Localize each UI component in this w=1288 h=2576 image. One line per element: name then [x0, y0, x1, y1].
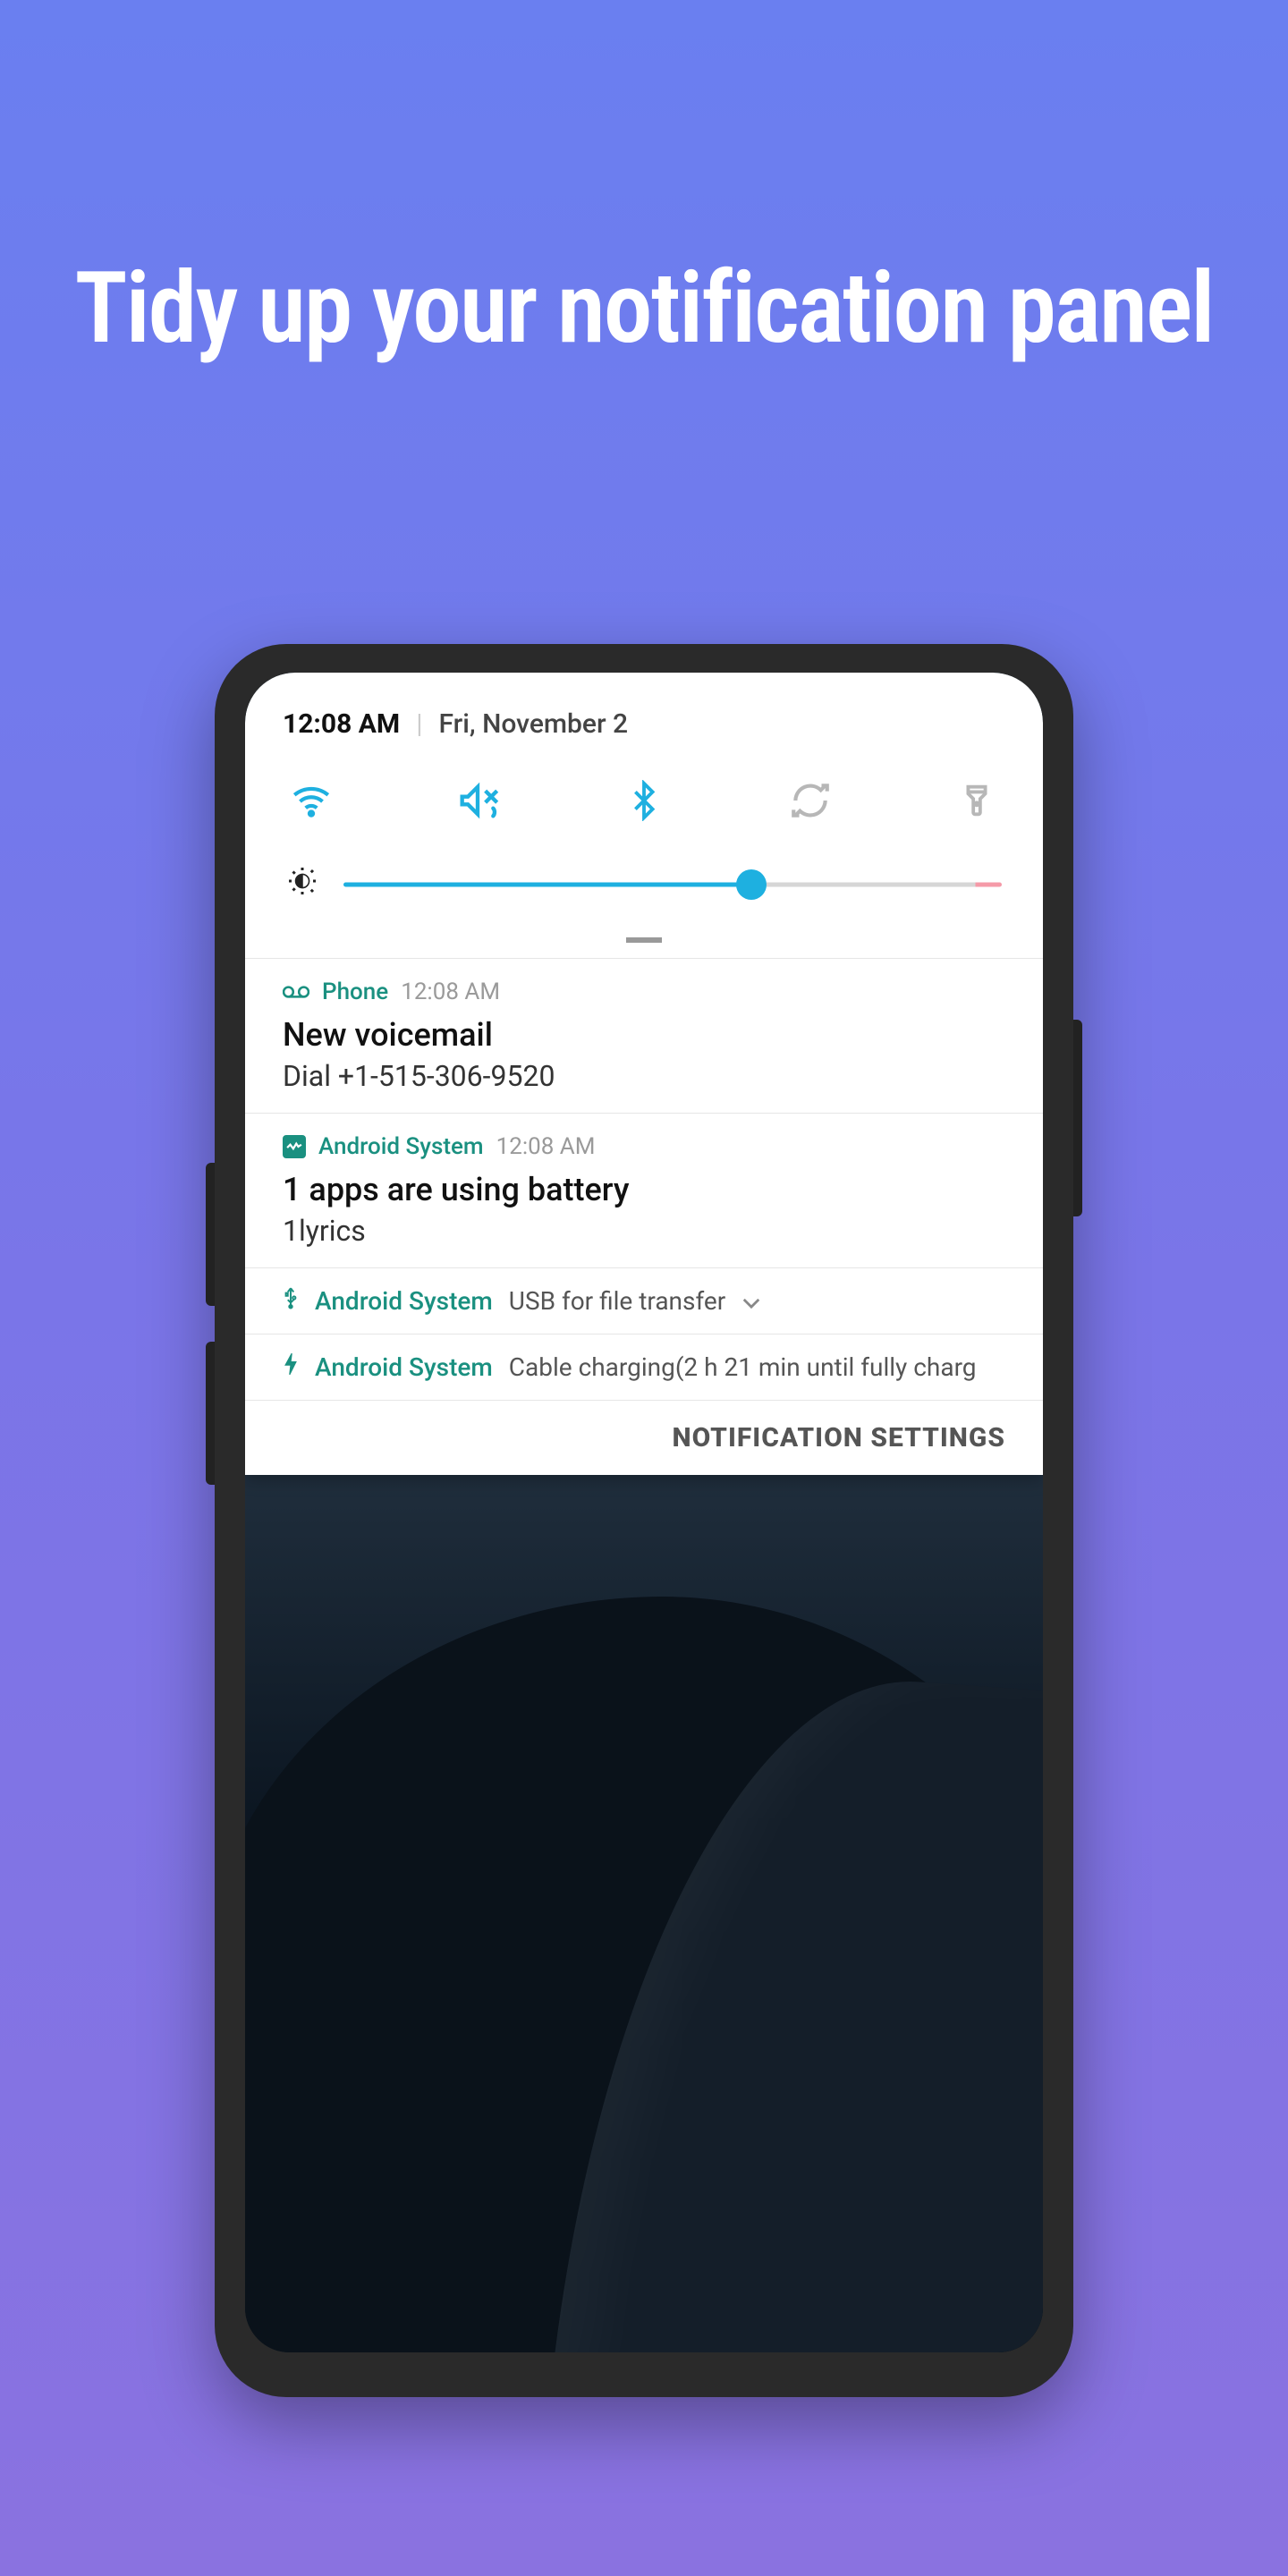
- chevron-down-icon[interactable]: [741, 1286, 761, 1316]
- notification-charging[interactable]: Android System Cable charging(2 h 21 min…: [245, 1334, 1043, 1400]
- phone-screen: 12:08 AM | Fri, November 2: [245, 673, 1043, 2352]
- brightness-thumb[interactable]: [736, 869, 767, 900]
- system-icon: [283, 1135, 306, 1158]
- notification-title: 1 apps are using battery: [283, 1171, 1005, 1208]
- brightness-slider[interactable]: [343, 867, 1002, 902]
- notification-panel: 12:08 AM | Fri, November 2: [245, 673, 1043, 1475]
- notification-usb[interactable]: Android System USB for file transfer: [245, 1267, 1043, 1334]
- notification-voicemail[interactable]: Phone 12:08 AM New voicemail Dial +1-515…: [245, 958, 1043, 1113]
- notification-app-label: Android System: [318, 1133, 484, 1160]
- phone-frame: 12:08 AM | Fri, November 2: [215, 644, 1073, 2397]
- auto-brightness-icon[interactable]: [286, 865, 318, 903]
- notification-body: 1lyrics: [283, 1214, 1005, 1248]
- status-date: Fri, November 2: [439, 708, 629, 740]
- status-bar: 12:08 AM | Fri, November 2: [245, 673, 1043, 749]
- notification-app-label: Android System: [315, 1352, 493, 1382]
- bluetooth-icon[interactable]: [619, 775, 669, 826]
- drag-handle[interactable]: [245, 919, 1043, 958]
- notification-settings-button[interactable]: NOTIFICATION SETTINGS: [245, 1400, 1043, 1475]
- notification-message: USB for file transfer: [509, 1286, 725, 1316]
- voicemail-icon: [283, 979, 309, 1005]
- brightness-row: [245, 842, 1043, 919]
- notification-body: Dial +1-515-306-9520: [283, 1059, 1005, 1093]
- notification-settings-label: NOTIFICATION SETTINGS: [672, 1422, 1005, 1453]
- notification-time: 12:08 AM: [496, 1133, 596, 1160]
- notification-app-label: Android System: [315, 1286, 493, 1316]
- mute-vibrate-icon[interactable]: [453, 775, 503, 826]
- wifi-icon[interactable]: [286, 775, 336, 826]
- notification-battery-apps[interactable]: Android System 12:08 AM 1 apps are using…: [245, 1113, 1043, 1267]
- status-separator: |: [416, 708, 422, 740]
- auto-rotate-icon[interactable]: [785, 775, 835, 826]
- marketing-headline: Tidy up your notification panel: [0, 250, 1288, 366]
- quick-settings-row: [245, 749, 1043, 842]
- flashlight-icon[interactable]: [952, 775, 1002, 826]
- notification-time: 12:08 AM: [401, 979, 500, 1005]
- notification-message: Cable charging(2 h 21 min until fully ch…: [509, 1352, 977, 1382]
- bolt-icon: [283, 1352, 299, 1382]
- status-time: 12:08 AM: [283, 708, 400, 740]
- usb-icon: [283, 1286, 299, 1316]
- notification-title: New voicemail: [283, 1016, 1005, 1054]
- notification-app-label: Phone: [322, 979, 388, 1005]
